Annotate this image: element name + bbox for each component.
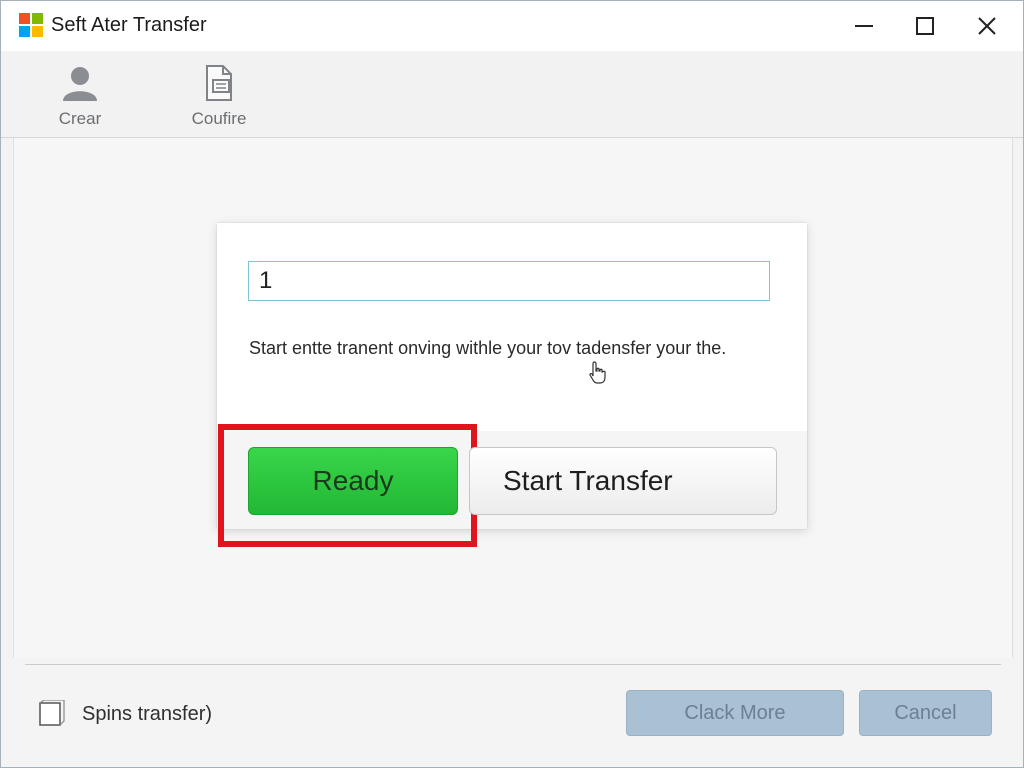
document-config-icon: [197, 61, 241, 105]
close-icon: [978, 17, 996, 35]
mouse-cursor-icon: [589, 361, 606, 384]
description-text: Start entte tranent onving withle your t…: [249, 338, 727, 358]
spins-transfer-label[interactable]: Spins transfer): [82, 703, 212, 726]
start-transfer-button[interactable]: Start Transfer: [469, 447, 777, 515]
maximize-icon: [916, 17, 934, 35]
toolbar-item-label: Coufire: [191, 109, 247, 128]
highlight-box: [218, 424, 477, 547]
clack-more-button[interactable]: Clack More: [626, 690, 844, 736]
close-button[interactable]: [956, 1, 1018, 51]
footer-divider: [25, 664, 1001, 665]
toolbar-item-crear[interactable]: Crear: [35, 61, 125, 131]
window-title: Seft Ater Transfer: [51, 14, 207, 36]
maximize-button[interactable]: [894, 1, 956, 51]
cancel-button[interactable]: Cancel: [859, 690, 992, 736]
minimize-button[interactable]: [833, 1, 895, 51]
toolbar-item-label: Crear: [58, 109, 102, 128]
checkbox-icon[interactable]: [39, 700, 65, 726]
person-icon: [58, 61, 102, 105]
app-logo-icon: [19, 13, 43, 37]
toolbar: Crear Coufire: [1, 51, 1023, 138]
toolbar-item-coufire[interactable]: Coufire: [174, 61, 264, 131]
transfer-input[interactable]: [248, 261, 770, 301]
title-bar: Seft Ater Transfer: [1, 1, 1023, 51]
minimize-icon: [855, 25, 873, 27]
app-window: Seft Ater Transfer Crear Coufire 1 Start…: [0, 0, 1024, 768]
